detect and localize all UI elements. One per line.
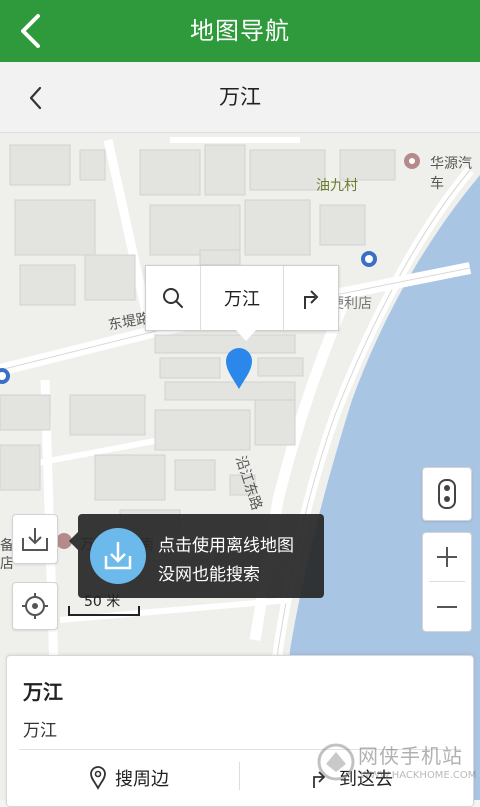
action-divider xyxy=(239,762,240,790)
location-pin-icon xyxy=(226,348,252,389)
zoom-divider xyxy=(429,581,465,582)
popup-location-label: 万江 xyxy=(201,266,284,330)
location-header: 万江 xyxy=(0,62,480,133)
app-header: 地图导航 xyxy=(0,0,480,62)
map-label-huayuan: 华源汽车 xyxy=(430,156,472,192)
location-pin-outline-icon xyxy=(90,766,106,790)
download-tray-icon xyxy=(22,528,48,551)
popup-search-button[interactable] xyxy=(146,266,201,330)
offline-download-icon xyxy=(90,528,146,584)
offline-map-tooltip[interactable]: 点击使用离线地图 没网也能搜索 xyxy=(69,514,324,598)
search-nearby-button[interactable]: 搜周边 xyxy=(89,758,169,798)
tooltip-line-2: 没网也能搜索 xyxy=(158,565,260,585)
page-title: 地图导航 xyxy=(190,17,290,45)
zoom-in-button[interactable] xyxy=(423,533,471,581)
map-label-youjiu: 油九村 xyxy=(316,178,358,194)
scale-bar xyxy=(68,606,140,616)
zoom-out-button[interactable] xyxy=(423,583,471,631)
plus-icon xyxy=(437,547,457,567)
popup-route-button[interactable] xyxy=(284,266,338,330)
locate-icon xyxy=(22,593,48,619)
offline-map-button[interactable] xyxy=(12,514,58,564)
traffic-light-icon xyxy=(438,479,456,509)
watermark-cn: 网侠手机站 xyxy=(358,744,463,768)
my-location-button[interactable] xyxy=(12,582,58,630)
popup-pointer xyxy=(236,330,256,341)
tooltip-line-1: 点击使用离线地图 xyxy=(158,536,294,556)
location-popup: 万江 xyxy=(145,265,339,341)
minus-icon xyxy=(437,606,457,608)
turn-right-icon xyxy=(304,290,319,309)
watermark: 网侠手机站 WWW.HACKHOME.COM xyxy=(316,738,476,798)
watermark-en: WWW.HACKHOME.COM xyxy=(360,770,477,781)
watermark-logo-icon xyxy=(317,743,355,781)
place-name: 万江 xyxy=(23,680,63,704)
search-nearby-label: 搜周边 xyxy=(115,769,169,790)
zoom-control xyxy=(422,532,472,632)
traffic-button[interactable] xyxy=(422,467,472,521)
search-icon xyxy=(163,288,183,308)
map-scale: 50 米 xyxy=(68,588,140,618)
location-title: 万江 xyxy=(219,85,261,109)
place-address: 万江 xyxy=(23,721,57,741)
tooltip-pointer xyxy=(69,532,78,550)
